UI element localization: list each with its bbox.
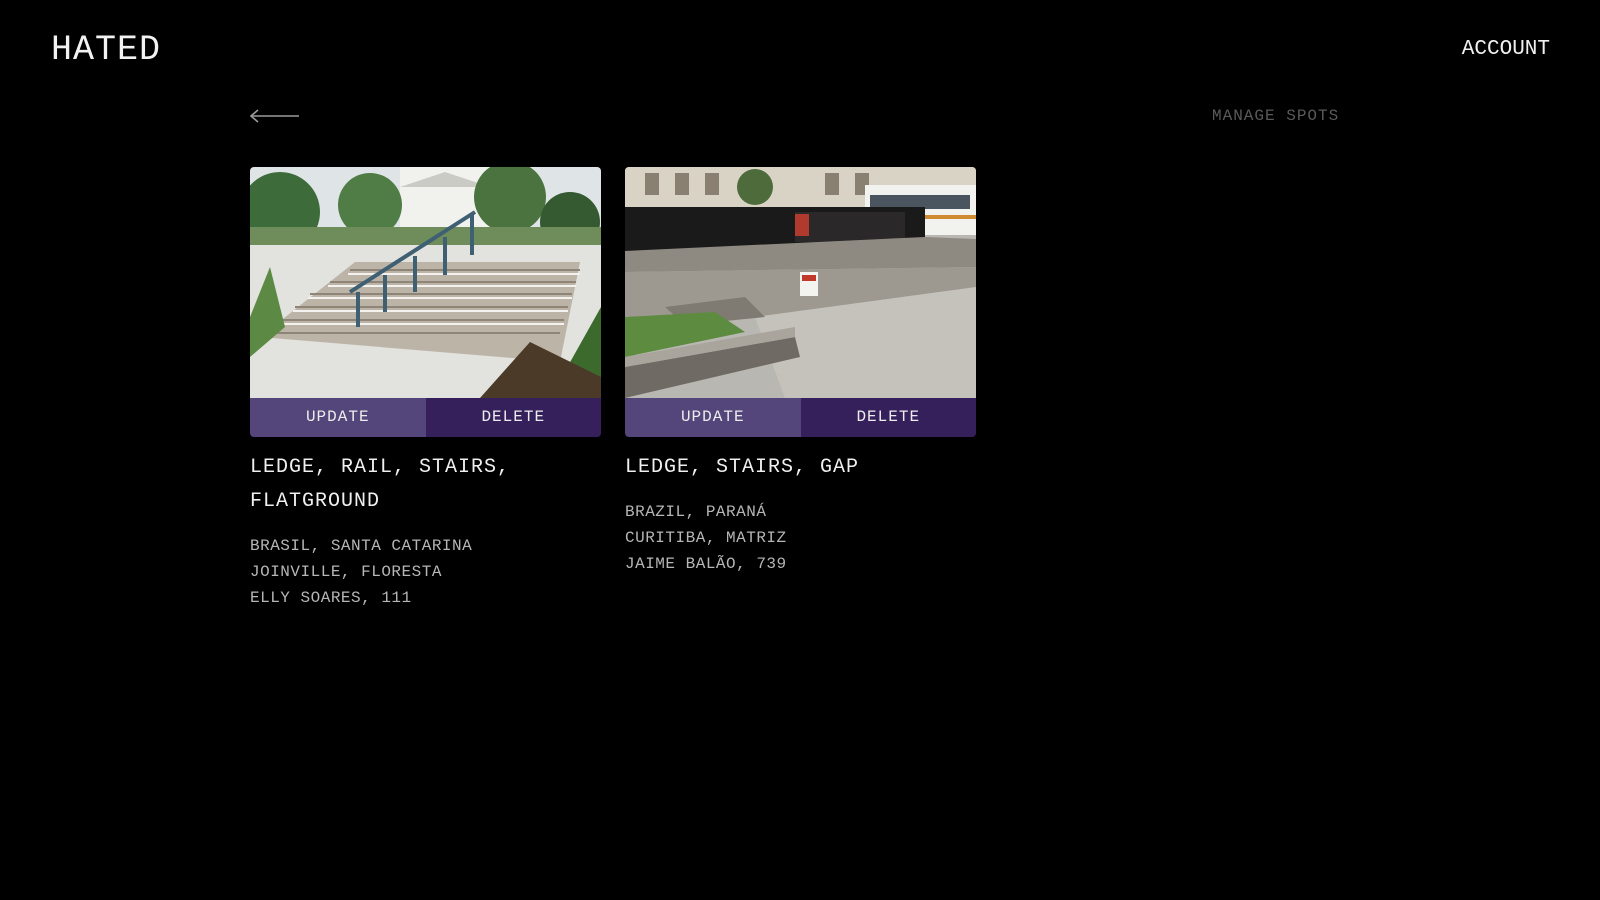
delete-button[interactable]: DELETE <box>425 398 601 437</box>
left-arrow-icon <box>249 109 299 123</box>
spot-address: BRAZIL, PARANÁ CURITIBA, MATRIZ JAIME BA… <box>625 499 976 577</box>
account-link[interactable]: ACCOUNT <box>1462 36 1550 64</box>
spot-types: LEDGE, STAIRS, GAP <box>625 456 860 479</box>
page-title: MANAGE SPOTS <box>1212 107 1340 125</box>
back-button[interactable] <box>249 104 300 128</box>
address-line: ELLY SOARES, 111 <box>250 589 412 607</box>
address-line: JAIME BALÃO, 739 <box>625 555 787 573</box>
spot-card: UPDATE DELETE LEDGE, STAIRS, GAP BRAZIL,… <box>625 167 976 577</box>
spot-actions: UPDATE DELETE <box>250 398 601 437</box>
address-line: JOINVILLE, FLORESTA <box>250 563 442 581</box>
top-bar: HATED ACCOUNT <box>0 0 1600 100</box>
spot-address: BRASIL, SANTA CATARINA JOINVILLE, FLORES… <box>250 533 601 611</box>
update-button[interactable]: UPDATE <box>625 398 801 437</box>
address-line: CURITIBA, MATRIZ <box>625 529 787 547</box>
update-button[interactable]: UPDATE <box>250 398 426 437</box>
app-logo[interactable]: HATED <box>51 28 161 72</box>
delete-button[interactable]: DELETE <box>800 398 976 437</box>
spot-photo[interactable] <box>250 167 601 398</box>
address-line: BRASIL, SANTA CATARINA <box>250 537 473 555</box>
spot-actions: UPDATE DELETE <box>625 398 976 437</box>
spot-types: LEDGE, RAIL, STAIRS, FLATGROUND <box>250 456 511 513</box>
spot-photo[interactable] <box>625 167 976 398</box>
address-line: BRAZIL, PARANÁ <box>625 503 767 521</box>
spot-card: UPDATE DELETE LEDGE, RAIL, STAIRS, FLATG… <box>250 167 601 611</box>
